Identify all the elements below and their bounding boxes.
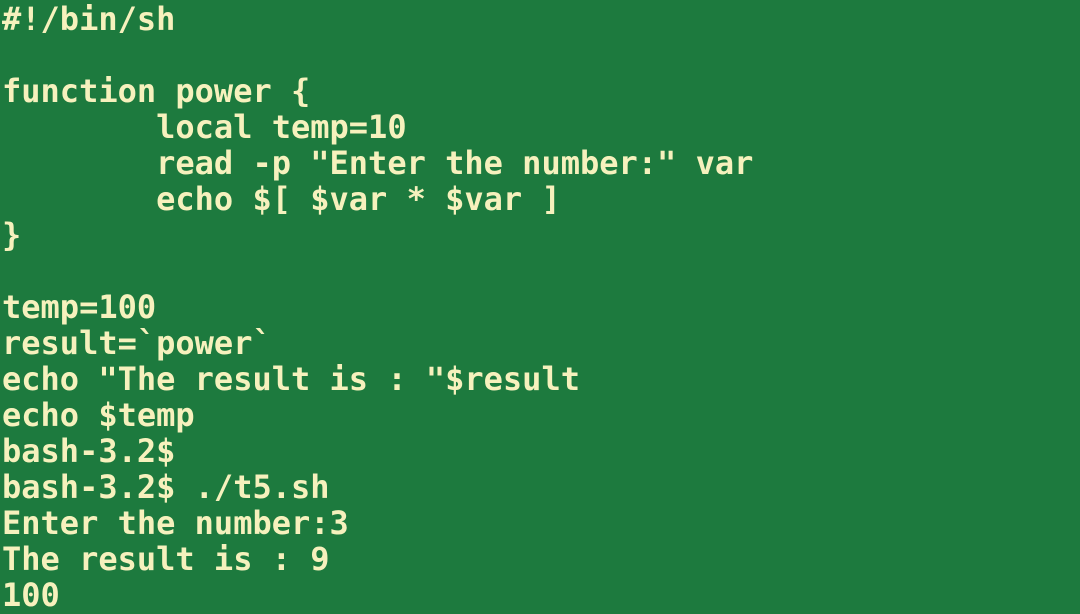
terminal-line: echo "The result is : "$result [2, 360, 580, 398]
terminal-prompt-line: bash-3.2$ [2, 432, 176, 470]
terminal-line: echo $[ $var * $var ] [2, 180, 561, 218]
terminal-line: } [2, 216, 22, 254]
terminal-line: local temp=10 [2, 108, 407, 146]
terminal-output-line: The result is : 9 [2, 540, 330, 578]
terminal-output-line: Enter the number:3 [2, 504, 349, 542]
terminal-screen[interactable]: #!/bin/sh function power { local temp=10… [2, 1, 1080, 613]
terminal-line: function power { [2, 72, 311, 110]
terminal-line: temp=100 [2, 288, 157, 326]
terminal-line: echo $temp [2, 396, 195, 434]
terminal-output-line: 100 [2, 576, 60, 614]
terminal-line: read -p "Enter the number:" var [2, 144, 754, 182]
terminal-line: #!/bin/sh [2, 0, 176, 38]
terminal-prompt-line: bash-3.2$ ./t5.sh [2, 468, 330, 506]
terminal-line: result=`power` [2, 324, 272, 362]
terminal-window[interactable]: #!/bin/sh function power { local temp=10… [0, 0, 1080, 614]
